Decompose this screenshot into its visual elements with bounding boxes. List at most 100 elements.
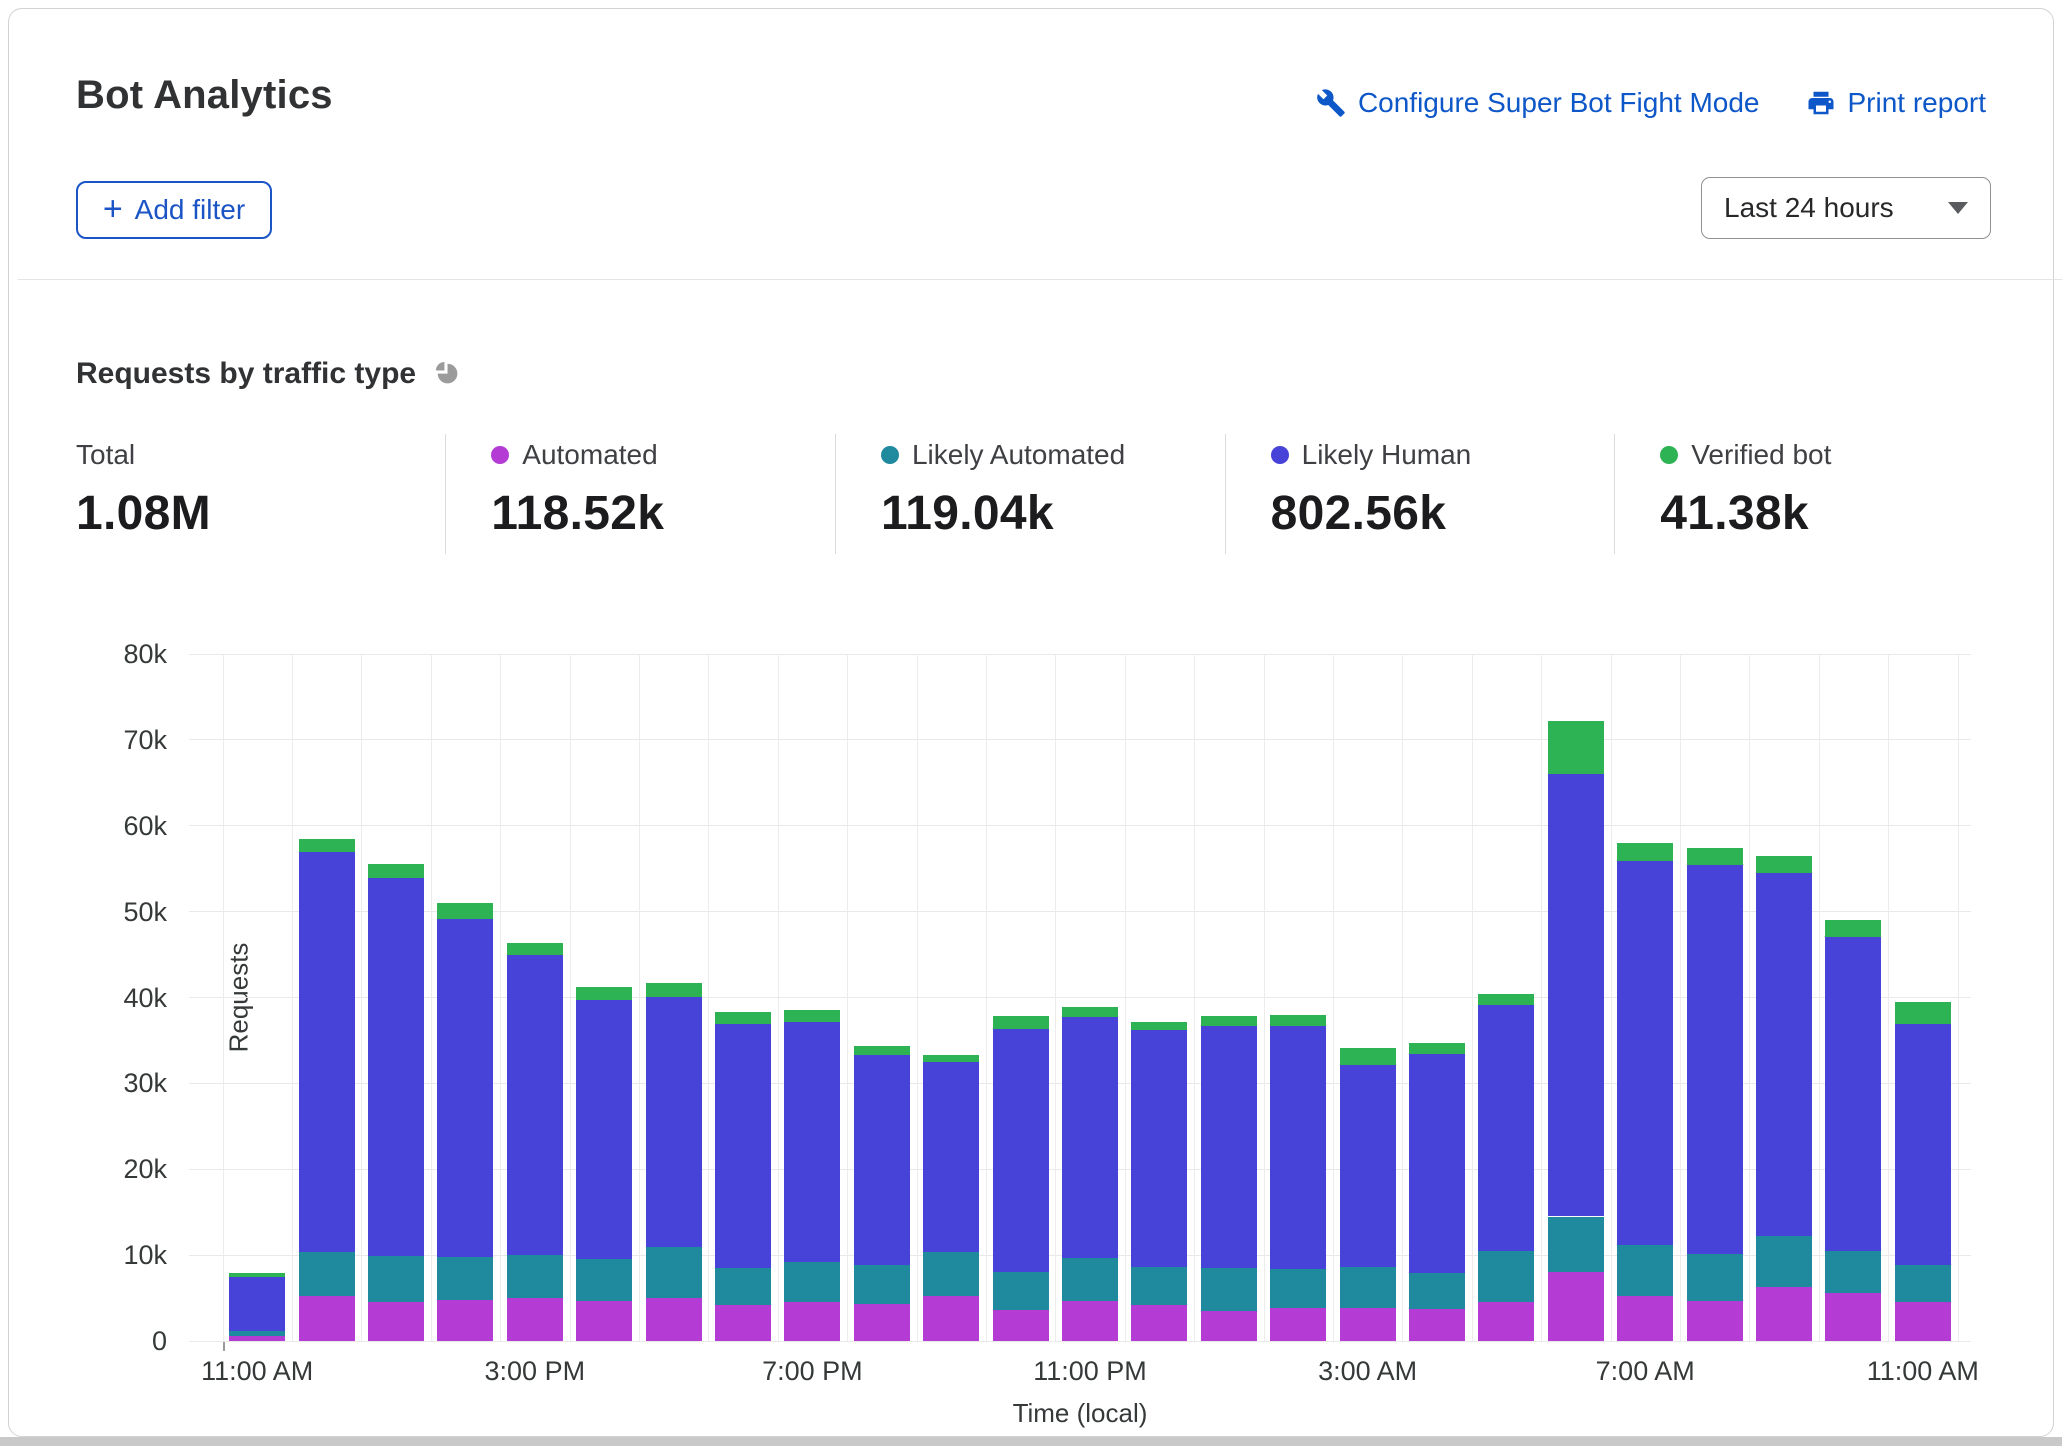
bar-segment-automated[interactable]	[1340, 1308, 1396, 1341]
bar-segment-automated[interactable]	[1270, 1308, 1326, 1341]
bar-segment-likely-human[interactable]	[1617, 861, 1673, 1245]
bar-segment-likely-automated[interactable]	[576, 1259, 632, 1300]
bar-segment-likely-human[interactable]	[1062, 1017, 1118, 1257]
bar-segment-automated[interactable]	[1131, 1305, 1187, 1341]
bar-segment-likely-automated[interactable]	[1756, 1236, 1812, 1287]
bar-segment-likely-human[interactable]	[576, 1000, 632, 1259]
bar-segment-verified-bot[interactable]	[1409, 1043, 1465, 1054]
bar-segment-verified-bot[interactable]	[1895, 1002, 1951, 1024]
bar-segment-likely-human[interactable]	[1548, 774, 1604, 1216]
bar-segment-likely-automated[interactable]	[1131, 1267, 1187, 1305]
bar-segment-automated[interactable]	[993, 1310, 1049, 1341]
bar-segment-likely-human[interactable]	[923, 1062, 979, 1252]
bar-segment-likely-automated[interactable]	[1062, 1258, 1118, 1301]
bar-segment-likely-automated[interactable]	[1548, 1217, 1604, 1273]
bar-segment-automated[interactable]	[1895, 1302, 1951, 1342]
bar-segment-likely-automated[interactable]	[1340, 1267, 1396, 1307]
bar-segment-automated[interactable]	[923, 1296, 979, 1341]
bar-segment-likely-human[interactable]	[646, 997, 702, 1248]
bar-segment-automated[interactable]	[1687, 1301, 1743, 1341]
bar-segment-likely-human[interactable]	[299, 852, 355, 1252]
time-range-select[interactable]: Last 24 hours	[1701, 177, 1991, 239]
bar-segment-likely-human[interactable]	[1895, 1024, 1951, 1264]
bar-segment-verified-bot[interactable]	[437, 903, 493, 918]
bar-segment-likely-human[interactable]	[1201, 1026, 1257, 1268]
bar-segment-automated[interactable]	[1409, 1309, 1465, 1341]
bar-segment-likely-human[interactable]	[1687, 865, 1743, 1254]
bar-segment-automated[interactable]	[368, 1302, 424, 1342]
bar-segment-verified-bot[interactable]	[1478, 994, 1534, 1005]
bar-segment-likely-automated[interactable]	[368, 1256, 424, 1302]
bar-segment-verified-bot[interactable]	[646, 983, 702, 997]
bar-segment-verified-bot[interactable]	[1617, 843, 1673, 861]
bar-segment-likely-human[interactable]	[229, 1277, 285, 1330]
bar-segment-likely-human[interactable]	[784, 1022, 840, 1262]
bar-segment-likely-automated[interactable]	[1201, 1268, 1257, 1311]
bar-segment-likely-automated[interactable]	[229, 1331, 285, 1336]
print-report-link[interactable]: Print report	[1806, 87, 1987, 119]
bar-segment-automated[interactable]	[507, 1298, 563, 1341]
bar-segment-likely-human[interactable]	[1131, 1030, 1187, 1267]
bar-segment-verified-bot[interactable]	[576, 987, 632, 1000]
bar-segment-automated[interactable]	[1548, 1272, 1604, 1341]
bar-segment-likely-automated[interactable]	[1270, 1269, 1326, 1308]
bar-segment-verified-bot[interactable]	[1825, 920, 1881, 936]
bar-segment-automated[interactable]	[1756, 1287, 1812, 1341]
bar-segment-verified-bot[interactable]	[1756, 856, 1812, 873]
bar-segment-likely-automated[interactable]	[437, 1257, 493, 1300]
bar-segment-verified-bot[interactable]	[715, 1012, 771, 1024]
bar-segment-likely-automated[interactable]	[715, 1268, 771, 1305]
bar-segment-likely-human[interactable]	[715, 1024, 771, 1268]
bar-segment-likely-human[interactable]	[1825, 937, 1881, 1251]
bar-segment-likely-human[interactable]	[1340, 1065, 1396, 1267]
bar-segment-verified-bot[interactable]	[923, 1055, 979, 1062]
bar-segment-automated[interactable]	[854, 1304, 910, 1341]
bar-segment-verified-bot[interactable]	[229, 1273, 285, 1277]
bar-segment-likely-human[interactable]	[1409, 1054, 1465, 1273]
bar-segment-verified-bot[interactable]	[993, 1016, 1049, 1029]
bar-segment-likely-human[interactable]	[854, 1055, 910, 1265]
bar-segment-verified-bot[interactable]	[368, 864, 424, 879]
bar-segment-likely-automated[interactable]	[993, 1272, 1049, 1310]
bar-segment-automated[interactable]	[437, 1300, 493, 1341]
bar-segment-likely-human[interactable]	[1756, 873, 1812, 1236]
bar-segment-automated[interactable]	[1617, 1296, 1673, 1342]
bar-segment-likely-automated[interactable]	[1617, 1245, 1673, 1296]
bar-segment-likely-human[interactable]	[368, 878, 424, 1256]
bar-segment-automated[interactable]	[784, 1302, 840, 1341]
bar-segment-automated[interactable]	[576, 1301, 632, 1341]
bar-segment-likely-human[interactable]	[437, 919, 493, 1257]
bar-segment-verified-bot[interactable]	[1270, 1015, 1326, 1026]
bar-segment-likely-automated[interactable]	[1895, 1265, 1951, 1302]
bar-segment-verified-bot[interactable]	[1548, 721, 1604, 774]
bar-segment-likely-automated[interactable]	[923, 1252, 979, 1297]
bar-segment-likely-automated[interactable]	[299, 1252, 355, 1296]
bar-segment-verified-bot[interactable]	[784, 1010, 840, 1022]
bar-segment-automated[interactable]	[1825, 1293, 1881, 1341]
bar-segment-automated[interactable]	[1478, 1302, 1534, 1342]
bar-segment-likely-human[interactable]	[1270, 1026, 1326, 1269]
add-filter-button[interactable]: + Add filter	[76, 181, 272, 239]
bar-segment-likely-automated[interactable]	[646, 1247, 702, 1298]
bar-segment-likely-automated[interactable]	[1478, 1251, 1534, 1302]
bar-segment-likely-automated[interactable]	[507, 1255, 563, 1298]
bar-segment-likely-human[interactable]	[507, 955, 563, 1256]
bar-segment-automated[interactable]	[646, 1298, 702, 1341]
bar-segment-automated[interactable]	[715, 1305, 771, 1341]
configure-super-bot-fight-mode-link[interactable]: Configure Super Bot Fight Mode	[1316, 87, 1760, 119]
bar-segment-verified-bot[interactable]	[854, 1046, 910, 1055]
bar-segment-verified-bot[interactable]	[1687, 848, 1743, 865]
bar-segment-automated[interactable]	[1201, 1311, 1257, 1341]
bar-segment-automated[interactable]	[229, 1336, 285, 1341]
bar-segment-verified-bot[interactable]	[1131, 1022, 1187, 1031]
bar-segment-automated[interactable]	[1062, 1301, 1118, 1341]
bar-segment-verified-bot[interactable]	[1062, 1007, 1118, 1017]
bar-segment-likely-automated[interactable]	[1409, 1273, 1465, 1309]
bar-segment-verified-bot[interactable]	[507, 943, 563, 954]
bar-segment-automated[interactable]	[299, 1296, 355, 1342]
bar-segment-likely-human[interactable]	[1478, 1005, 1534, 1251]
bar-segment-likely-human[interactable]	[993, 1029, 1049, 1272]
bar-segment-verified-bot[interactable]	[299, 839, 355, 852]
bar-segment-likely-automated[interactable]	[1687, 1254, 1743, 1300]
bar-segment-likely-automated[interactable]	[1825, 1251, 1881, 1293]
